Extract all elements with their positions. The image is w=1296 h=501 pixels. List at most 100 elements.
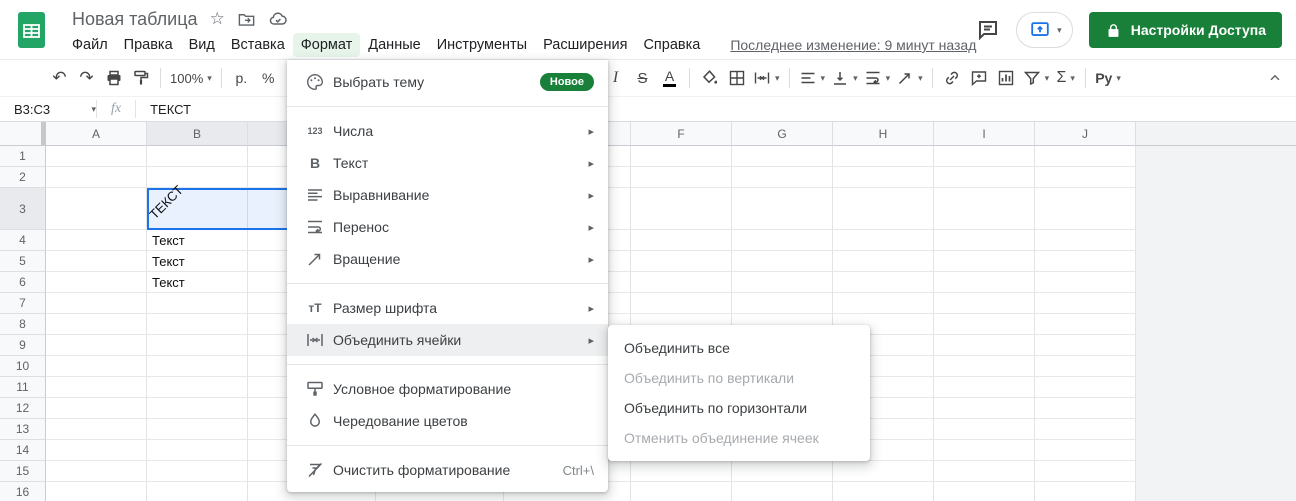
formula-input[interactable]: ТЕКСТ [136,102,191,117]
menu-item-numbers[interactable]: 123Числа▸ [287,115,608,147]
redo-button[interactable]: ↷ [73,64,100,92]
name-box[interactable]: B3:C3 ▾ [0,102,96,117]
filter-button[interactable]: ▾ [1020,64,1053,92]
sheets-logo-icon[interactable] [18,12,45,48]
row-header-15[interactable]: 15 [0,461,46,482]
functions-button[interactable]: Σ ▾ [1052,64,1079,92]
toolbar-separator [789,68,790,88]
last-edit-link[interactable]: Последнее изменение: 9 минут назад [730,37,976,53]
menubar-item-file[interactable]: Файл [64,33,116,57]
cell-B3[interactable]: ТЕКСТ [147,188,248,230]
text-color-button[interactable]: A [656,64,683,92]
menubar-item-extensions[interactable]: Расширения [535,33,635,57]
collapse-toolbar-button[interactable] [1261,64,1288,92]
cloud-status-icon[interactable] [268,9,288,29]
menu-item-alternating-colors[interactable]: Чередование цветов [287,405,608,437]
menu-divider [287,106,608,107]
row-header-3[interactable]: 3 [0,188,46,230]
menubar-item-insert[interactable]: Вставка [223,33,293,57]
menubar-item-help[interactable]: Справка [635,33,708,57]
submenu-item-merge-all[interactable]: Объединить все [608,333,870,363]
menu-item-clear-formatting[interactable]: Очистить форматированиеCtrl+\ [287,454,608,486]
menubar-item-tools[interactable]: Инструменты [429,33,535,57]
merge-cells-button[interactable]: ▾ [750,64,783,92]
row-header-11[interactable]: 11 [0,377,46,398]
insert-chart-button[interactable] [993,64,1020,92]
title-row: Новая таблица ☆ [72,6,288,32]
print-button[interactable] [100,64,127,92]
menu-item-text[interactable]: BТекст▸ [287,147,608,179]
top-bar-actions: ▾ Настройки Доступа [976,10,1282,50]
horizontal-align-button[interactable]: ▾ [796,64,829,92]
menu-item-conditional-formatting[interactable]: Условное форматирование [287,373,608,405]
present-button[interactable]: ▾ [1016,12,1073,48]
row-header-13[interactable]: 13 [0,419,46,440]
menu-divider [287,283,608,284]
menubar-item-view[interactable]: Вид [181,33,223,57]
strikethrough-button[interactable]: S [629,64,656,92]
vertical-align-button[interactable]: ▾ [828,64,861,92]
menu-item-font-size[interactable]: тТРазмер шрифта▸ [287,292,608,324]
undo-button[interactable]: ↶ [46,64,73,92]
column-header-B[interactable]: B [147,122,248,146]
row-header-7[interactable]: 7 [0,293,46,314]
zoom-select[interactable]: 100% ▾ [167,64,215,92]
menu-item-merge-cells[interactable]: Объединить ячейки▸ [287,324,608,356]
chevron-down-icon: ▾ [1057,25,1062,36]
row-header-6[interactable]: 6 [0,272,46,293]
row-header-4[interactable]: 4 [0,230,46,251]
row-header-12[interactable]: 12 [0,398,46,419]
zoom-value: 100% [170,71,203,86]
percent-format-button[interactable]: % [255,64,282,92]
column-header-F[interactable]: F [631,122,732,146]
borders-button[interactable] [723,64,750,92]
color-bar [663,84,676,87]
menu-item-choose-theme[interactable]: Выбрать темуНовое [287,66,608,98]
insert-comment-button[interactable] [966,64,993,92]
menu-item-wrapping[interactable]: Перенос▸ [287,211,608,243]
share-button[interactable]: Настройки Доступа [1089,12,1282,48]
input-tools-button[interactable]: Ру ▾ [1092,64,1124,92]
row-header-5[interactable]: 5 [0,251,46,272]
row-header-8[interactable]: 8 [0,314,46,335]
share-button-label: Настройки Доступа [1131,22,1266,38]
column-header-I[interactable]: I [934,122,1035,146]
comments-button[interactable] [976,18,1000,42]
row-header-16[interactable]: 16 [0,482,46,501]
cell-B4[interactable]: Текст [147,230,248,251]
move-folder-icon[interactable] [237,10,256,29]
currency-format-button[interactable]: р. [228,64,255,92]
paint-format-button[interactable] [127,64,154,92]
row-header-2[interactable]: 2 [0,167,46,188]
row-header-10[interactable]: 10 [0,356,46,377]
column-header-G[interactable]: G [732,122,833,146]
menu-item-label: Очистить форматирование [333,462,563,478]
row-header-14[interactable]: 14 [0,440,46,461]
star-icon[interactable]: ☆ [210,9,225,29]
menubar-item-edit[interactable]: Правка [116,33,181,57]
cell-B5[interactable]: Текст [147,251,248,272]
toolbar-separator [221,68,222,88]
menu-item-label: Перенос [333,219,588,235]
cell-B6[interactable]: Текст [147,272,248,293]
row-header-9[interactable]: 9 [0,335,46,356]
row-header-1[interactable]: 1 [0,146,46,167]
menubar-item-format[interactable]: Формат [293,33,361,57]
submenu-item-merge-horizontally[interactable]: Объединить по горизонтали [608,393,870,423]
text-wrap-button[interactable]: ▾ [861,64,894,92]
column-header-A[interactable]: A [46,122,147,146]
menu-divider [287,445,608,446]
menu-item-rotation[interactable]: Вращение▸ [287,243,608,275]
select-all-corner[interactable] [0,122,46,146]
menubar-item-data[interactable]: Данные [360,33,428,57]
submenu-arrow-icon: ▸ [588,125,594,138]
menu-item-alignment[interactable]: Выравнивание▸ [287,179,608,211]
menu-item-label: Числа [333,123,588,139]
toolbar-separator [932,68,933,88]
insert-link-button[interactable] [939,64,966,92]
document-title[interactable]: Новая таблица [72,9,198,30]
fill-color-button[interactable] [696,64,723,92]
column-header-J[interactable]: J [1035,122,1136,146]
text-rotation-button[interactable]: ▾ [893,64,926,92]
column-header-H[interactable]: H [833,122,934,146]
